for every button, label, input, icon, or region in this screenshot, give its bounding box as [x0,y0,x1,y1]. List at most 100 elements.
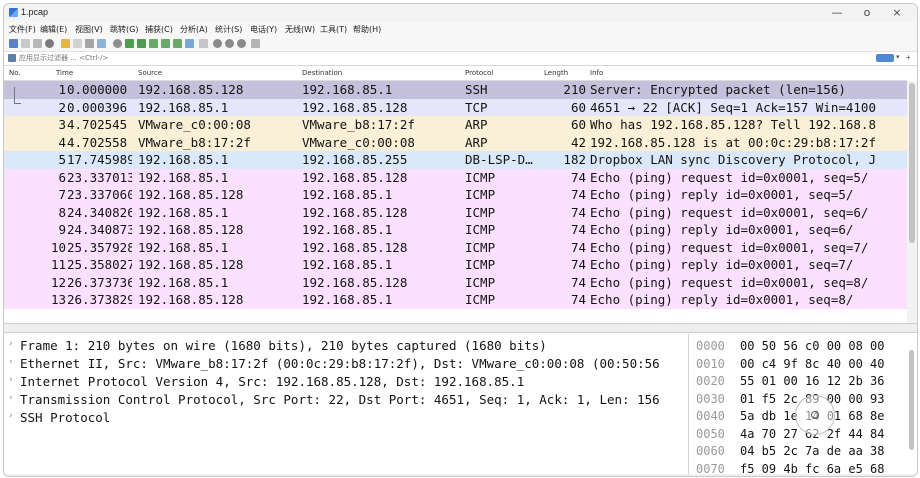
menu-view[interactable]: 视图(V) [75,24,103,35]
menu-statistics[interactable]: 统计(S) [215,24,242,35]
packet-row[interactable]: 8 24.340826 192.168.85.1 192.168.85.128 … [4,203,907,221]
find-packet-icon[interactable] [113,39,122,48]
packet-row[interactable]: 3 4.702545 VMware_c0:00:08 VMware_b8:17:… [4,116,907,134]
cell-no: 10 [50,239,66,255]
cell-source: 192.168.85.128 [138,292,244,307]
packet-row[interactable]: 10 25.357928 192.168.85.1 192.168.85.128… [4,238,907,256]
conversation-bracket [14,87,21,104]
stop-capture-icon[interactable] [21,39,30,48]
pane-divider[interactable] [688,334,689,476]
go-forward-icon[interactable] [137,39,146,48]
bookmark-icon[interactable] [8,54,16,62]
menu-telephony[interactable]: 电话(Y) [250,24,277,35]
column-no[interactable]: No. [9,69,21,77]
cell-length: 42 [570,134,586,150]
close-button[interactable]: × [882,5,912,21]
scrollbar-thumb[interactable] [909,83,915,243]
open-file-icon[interactable] [61,39,70,48]
packet-row[interactable]: 2 0.000396 192.168.85.1 192.168.85.128 T… [4,98,907,116]
cell-no: 3 [58,117,66,132]
reload-icon[interactable] [97,39,106,48]
detail-row-ssh[interactable]: › SSH Protocol [4,409,688,427]
cell-protocol: ARP [465,134,488,150]
detail-row-ethernet[interactable]: › Ethernet II, Src: VMware_b8:17:2f (00:… [4,355,688,373]
arrow-right-icon[interactable] [876,54,894,62]
restart-capture-icon[interactable] [33,39,42,48]
packet-row[interactable]: 1 0.000000 192.168.85.128 192.168.85.1 S… [4,81,907,99]
display-filter-bar: ▾ + [4,52,917,66]
add-filter-button[interactable]: + [906,54,911,62]
cell-destination: 192.168.85.255 [302,152,408,167]
first-packet-icon[interactable] [161,39,170,48]
menu-go[interactable]: 跳转(G) [110,24,138,35]
hex-bytes: 04 b5 2c 7a de aa 38 [740,444,885,458]
packet-row[interactable]: 13 26.373829 192.168.85.128 192.168.85.1… [4,291,907,309]
detail-row-tcp[interactable]: › Transmission Control Protocol, Src Por… [4,391,688,409]
menu-tools[interactable]: 工具(T) [320,24,347,35]
hex-scrollbar[interactable] [908,342,916,472]
cell-no: 7 [58,187,66,202]
packet-row[interactable]: 5 17.745989 192.168.85.1 192.168.85.255 … [4,151,907,169]
detail-row-ip[interactable]: › Internet Protocol Version 4, Src: 192.… [4,373,688,391]
column-time[interactable]: Time [56,69,73,77]
main-toolbar [4,36,917,52]
save-file-icon[interactable] [73,39,82,48]
pane-splitter[interactable] [4,323,917,333]
column-protocol[interactable]: Protocol [465,69,493,77]
last-packet-icon[interactable] [173,39,182,48]
hex-row[interactable]: 0050 4a 70 27 62 2f 44 84 [690,426,907,444]
cell-source: 192.168.85.128 [138,222,244,237]
cell-length: 74 [570,204,586,220]
menu-capture[interactable]: 捕获(C) [145,24,173,35]
hex-row[interactable]: 0060 04 b5 2c 7a de aa 38 [690,443,907,461]
packet-row[interactable]: 11 25.358027 192.168.85.128 192.168.85.1… [4,256,907,274]
column-info[interactable]: Info [590,69,603,77]
packet-row[interactable]: 12 26.373736 192.168.85.1 192.168.85.128… [4,273,907,291]
cell-no: 2 [58,99,66,115]
zoom-out-icon[interactable] [225,39,234,48]
scrollbar-thumb[interactable] [909,350,914,450]
detail-row-frame[interactable]: › Frame 1: 210 bytes on wire (1680 bits)… [4,337,688,355]
window-title: 1.pcap [21,7,49,17]
menu-edit[interactable]: 编辑(E) [40,24,67,35]
expand-arrow-icon[interactable]: › [9,339,13,349]
close-file-icon[interactable] [85,39,94,48]
column-length[interactable]: Length [544,69,568,77]
go-back-icon[interactable] [125,39,134,48]
resize-columns-icon[interactable] [251,39,260,48]
capture-options-icon[interactable] [45,39,54,48]
packet-row[interactable]: 9 24.340873 192.168.85.128 192.168.85.1 … [4,221,907,239]
cell-time: 23.337013 [67,169,132,185]
go-to-packet-icon[interactable] [149,39,158,48]
packet-list-scrollbar[interactable] [907,81,917,323]
menu-wireless[interactable]: 无线(W) [285,24,315,35]
normal-size-icon[interactable] [237,39,246,48]
packet-row[interactable]: 4 4.702558 VMware_b8:17:2f VMware_c0:00:… [4,133,907,151]
expand-arrow-icon[interactable]: › [9,411,13,421]
zoom-in-icon[interactable] [213,39,222,48]
start-capture-icon[interactable] [9,39,18,48]
autoscroll-icon[interactable] [185,39,194,48]
colorize-icon[interactable] [199,39,208,48]
hex-row[interactable]: 0010 00 c4 9f 8c 40 00 40 [690,356,907,374]
chevron-down-icon[interactable]: ▾ [896,54,900,62]
detail-text: Frame 1: 210 bytes on wire (1680 bits), … [20,338,547,353]
minimize-button[interactable]: — [822,5,852,21]
column-destination[interactable]: Destination [302,69,342,77]
menu-file[interactable]: 文件(F) [9,24,36,35]
restore-button[interactable]: ο [852,5,882,21]
expand-arrow-icon[interactable]: › [9,393,13,403]
detail-text: Transmission Control Protocol, Src Port:… [20,392,660,407]
display-filter-input[interactable] [19,53,859,63]
menu-analyze[interactable]: 分析(A) [180,24,208,35]
column-source[interactable]: Source [138,69,162,77]
cell-protocol: ICMP [465,222,496,237]
packet-row[interactable]: 6 23.337013 192.168.85.1 192.168.85.128 … [4,168,907,186]
expand-arrow-icon[interactable]: › [9,375,13,385]
cell-time: 4.702558 [67,134,128,150]
expand-arrow-icon[interactable]: › [9,357,13,367]
packet-row[interactable]: 7 23.337060 192.168.85.128 192.168.85.1 … [4,186,907,204]
hex-row[interactable]: 0020 55 01 00 16 12 2b 36 [690,373,907,391]
hex-row[interactable]: 0000 00 50 56 c0 00 08 00 [690,338,907,356]
menu-help[interactable]: 帮助(H) [353,24,381,35]
